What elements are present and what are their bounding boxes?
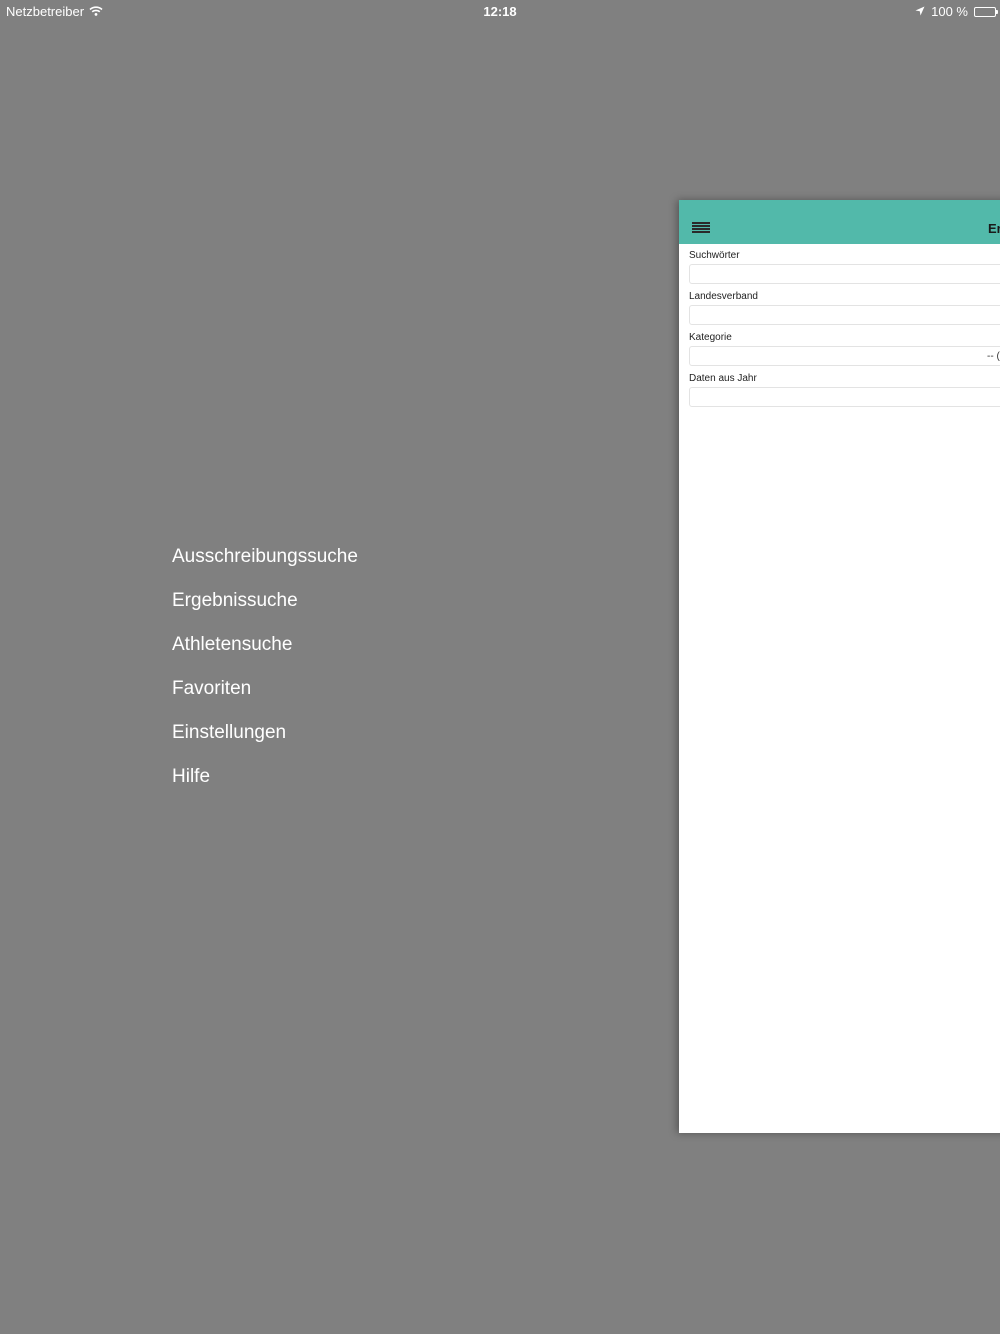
data-year-label: Daten aus Jahr bbox=[689, 373, 757, 384]
menu-item-ausschreibungssuche[interactable]: Ausschreibungssuche bbox=[172, 540, 358, 584]
search-words-input[interactable] bbox=[689, 264, 1000, 284]
search-words-label: Suchwörter bbox=[689, 250, 740, 261]
side-menu: Ausschreibungssuche Ergebnissuche Athlet… bbox=[172, 540, 358, 804]
menu-item-ergebnissuche[interactable]: Ergebnissuche bbox=[172, 584, 358, 628]
menu-item-favoriten[interactable]: Favoriten bbox=[172, 672, 358, 716]
status-clock: 12:18 bbox=[483, 4, 517, 19]
category-group: Kategorie -- ( bbox=[689, 332, 1000, 373]
battery-icon bbox=[974, 6, 998, 17]
data-year-select[interactable] bbox=[689, 387, 1000, 407]
hamburger-menu-icon[interactable] bbox=[692, 222, 710, 234]
state-association-group: Landesverband bbox=[689, 291, 1000, 332]
content-panel[interactable]: Er Suchwörter Landesverband Kategorie --… bbox=[679, 200, 1000, 1133]
status-bar: Netzbetreiber 12:18 100 % bbox=[0, 0, 1000, 22]
category-label: Kategorie bbox=[689, 332, 732, 343]
data-year-group: Daten aus Jahr bbox=[689, 373, 1000, 414]
search-words-group: Suchwörter bbox=[689, 250, 1000, 291]
category-select[interactable]: -- ( bbox=[689, 346, 1000, 366]
panel-title: Er bbox=[988, 221, 1000, 236]
battery-percent: 100 % bbox=[931, 4, 968, 19]
app-screen: Netzbetreiber 12:18 100 % Ausschreibungs… bbox=[0, 0, 1000, 1334]
status-right-group: 100 % bbox=[915, 4, 998, 19]
state-association-label: Landesverband bbox=[689, 291, 758, 302]
menu-item-athletensuche[interactable]: Athletensuche bbox=[172, 628, 358, 672]
menu-item-einstellungen[interactable]: Einstellungen bbox=[172, 716, 358, 760]
category-selected-value: -- ( bbox=[987, 351, 1000, 362]
menu-item-hilfe[interactable]: Hilfe bbox=[172, 760, 358, 804]
state-association-select[interactable] bbox=[689, 305, 1000, 325]
search-form: Suchwörter Landesverband Kategorie -- ( … bbox=[689, 250, 1000, 414]
location-arrow-icon bbox=[915, 4, 925, 19]
panel-header: Er bbox=[679, 200, 1000, 244]
